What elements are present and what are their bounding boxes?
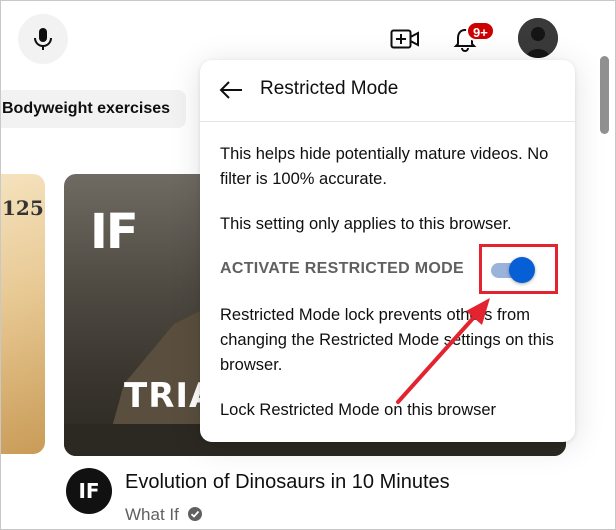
divider: [200, 121, 575, 122]
microphone-icon: [34, 28, 52, 50]
activate-restricted-mode-label: ACTIVATE RESTRICTED MODE: [220, 260, 464, 277]
video-thumbnail-left[interactable]: 125: [0, 174, 45, 454]
browser-scope-text: This setting only applies to this browse…: [220, 215, 512, 233]
video-create-icon: [390, 29, 419, 49]
channel-avatar[interactable]: IF: [66, 468, 112, 514]
annotation-highlight-box: [479, 244, 558, 294]
verified-check-icon: [188, 507, 202, 521]
user-avatar-image: [518, 18, 558, 58]
create-button[interactable]: [388, 24, 422, 54]
filter-chip-bodyweight[interactable]: Bodyweight exercises: [0, 90, 186, 128]
description-text: This helps hide potentially mature video…: [220, 145, 549, 188]
scrollbar-thumb[interactable]: [600, 56, 609, 134]
video-title[interactable]: Evolution of Dinosaurs in 10 Minutes: [125, 471, 450, 494]
channel-name[interactable]: What If: [125, 505, 179, 525]
thumbnail-badge: 125: [2, 196, 44, 220]
voice-search-button[interactable]: [18, 14, 68, 64]
notification-badge: 9+: [466, 21, 495, 41]
back-button[interactable]: [218, 80, 244, 100]
lock-description-text: Restricted Mode lock prevents others fro…: [220, 306, 554, 374]
channel-logo-watermark: IF: [90, 204, 139, 260]
panel-title: Restricted Mode: [260, 78, 399, 99]
arrow-left-icon: [219, 81, 242, 99]
lock-restricted-mode-link[interactable]: Lock Restricted Mode on this browser: [220, 398, 565, 423]
account-avatar[interactable]: [518, 18, 558, 58]
